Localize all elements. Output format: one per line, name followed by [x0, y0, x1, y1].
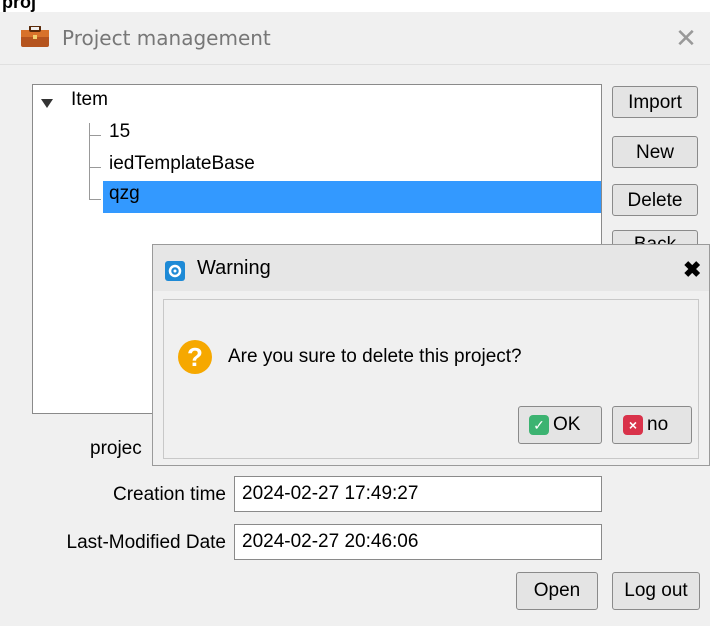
creation-time-label: Creation time [113, 484, 226, 505]
creation-time-field[interactable] [234, 476, 602, 512]
tree-connector [89, 167, 101, 168]
new-button[interactable]: New [612, 136, 698, 168]
tree-connector [89, 135, 101, 136]
no-label: no [647, 414, 669, 435]
dialog-message: Are you sure to delete this project? [228, 346, 522, 367]
no-button[interactable]: × no [612, 406, 692, 444]
clipped-header: proj [0, 0, 710, 12]
dialog-title: Warning [197, 257, 271, 279]
question-icon: ? [178, 340, 212, 374]
gear-icon [165, 261, 185, 281]
last-modified-field[interactable] [234, 524, 602, 560]
dialog-body: ? Are you sure to delete this project? ✓… [163, 299, 699, 459]
tree-item[interactable]: 15 [109, 121, 130, 143]
open-button[interactable]: Open [516, 572, 598, 610]
window-title: Project management [62, 26, 271, 50]
briefcase-icon [21, 26, 49, 47]
delete-button[interactable]: Delete [612, 184, 698, 216]
ok-button[interactable]: ✓ OK [518, 406, 602, 444]
tree-expand-triangle-icon[interactable] [41, 99, 53, 108]
tree-connector [89, 199, 101, 200]
window-titlebar: Project management ✕ [0, 12, 710, 65]
x-icon: × [623, 414, 643, 435]
clipped-header-text: proj [2, 0, 36, 12]
tree-item[interactable]: iedTemplateBase [109, 153, 255, 175]
tree-item-selected[interactable]: qzg [109, 183, 140, 205]
dialog-titlebar: Warning ✖ [153, 245, 709, 291]
project-name-label: projec [90, 438, 142, 459]
tree-root-item[interactable]: Item [71, 89, 108, 111]
close-icon[interactable]: ✕ [672, 24, 700, 52]
import-button[interactable]: Import [612, 86, 698, 118]
last-modified-label: Last-Modified Date [66, 532, 226, 553]
check-icon: ✓ [529, 414, 549, 435]
dialog-close-icon[interactable]: ✖ [683, 259, 701, 281]
ok-label: OK [553, 414, 581, 435]
log-out-button[interactable]: Log out [612, 572, 700, 610]
tree-selected-row[interactable] [103, 181, 601, 213]
warning-dialog: Warning ✖ ? Are you sure to delete this … [152, 244, 710, 466]
